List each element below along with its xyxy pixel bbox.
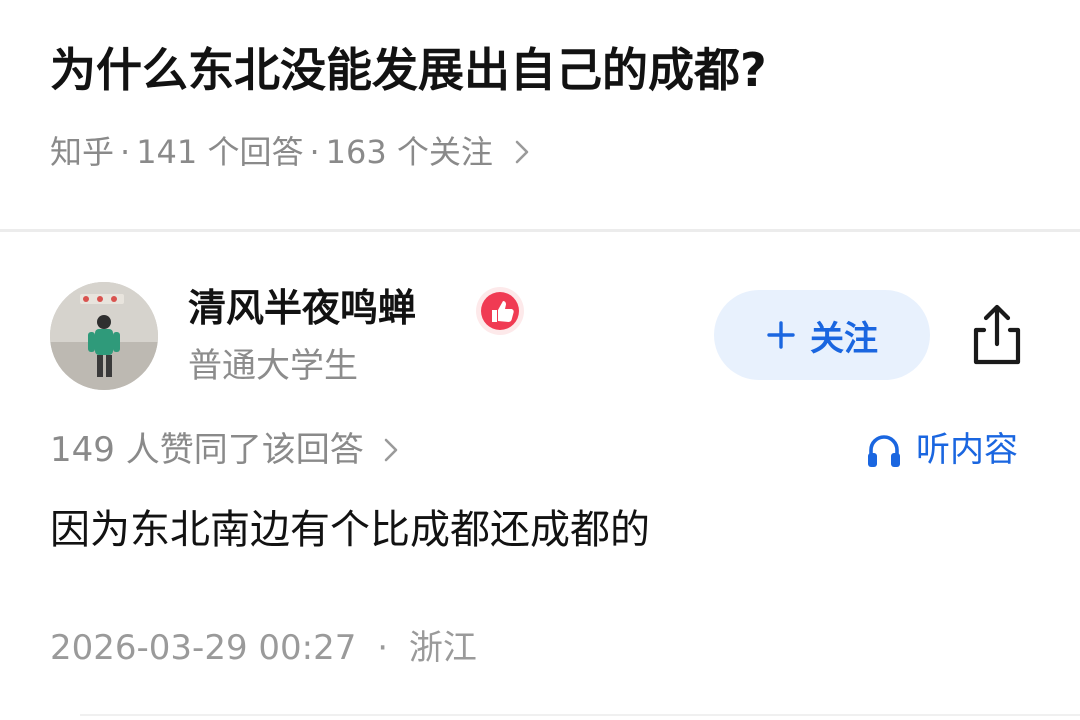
bottom-divider bbox=[80, 714, 1080, 716]
answer-location: 浙江 bbox=[408, 628, 477, 668]
question-source: 知乎 bbox=[50, 133, 115, 171]
question-meta[interactable]: 知乎 · 141 个回答 · 163 个关注 bbox=[50, 126, 537, 178]
author-bio: 普通大学生 bbox=[188, 346, 358, 386]
chevron-right-icon bbox=[376, 424, 406, 476]
followers-count: 163 个关注 bbox=[325, 133, 493, 171]
follow-label: 关注 bbox=[810, 318, 878, 359]
answer-meta: 2026-03-29 00:27 · 浙江 bbox=[50, 622, 477, 674]
listen-label: 听内容 bbox=[916, 430, 1018, 470]
section-divider bbox=[0, 229, 1080, 232]
answers-count: 141 个回答 bbox=[136, 133, 304, 171]
chevron-right-icon bbox=[507, 126, 537, 178]
listen-button[interactable]: 听内容 bbox=[864, 424, 1018, 476]
meta-separator: · bbox=[120, 133, 131, 171]
headphones-icon bbox=[868, 435, 900, 467]
meta-separator: · bbox=[377, 628, 389, 668]
share-icon[interactable] bbox=[962, 300, 1032, 370]
thumbs-up-badge-icon bbox=[474, 285, 526, 337]
answer-datetime: 2026-03-29 00:27 bbox=[50, 628, 357, 668]
question-title[interactable]: 为什么东北没能发展出自己的成都? bbox=[50, 34, 1030, 106]
upvote-text: 149 人赞同了该回答 bbox=[50, 430, 364, 470]
meta-separator: · bbox=[309, 133, 320, 171]
follow-button[interactable]: 关注 bbox=[714, 290, 930, 380]
answer-content: 因为东北南边有个比成都还成都的 bbox=[50, 507, 650, 553]
author-name[interactable]: 清风半夜鸣蝉 bbox=[188, 284, 416, 332]
plus-icon bbox=[767, 321, 795, 349]
upvote-count[interactable]: 149 人赞同了该回答 bbox=[50, 424, 406, 476]
avatar[interactable] bbox=[50, 282, 158, 390]
